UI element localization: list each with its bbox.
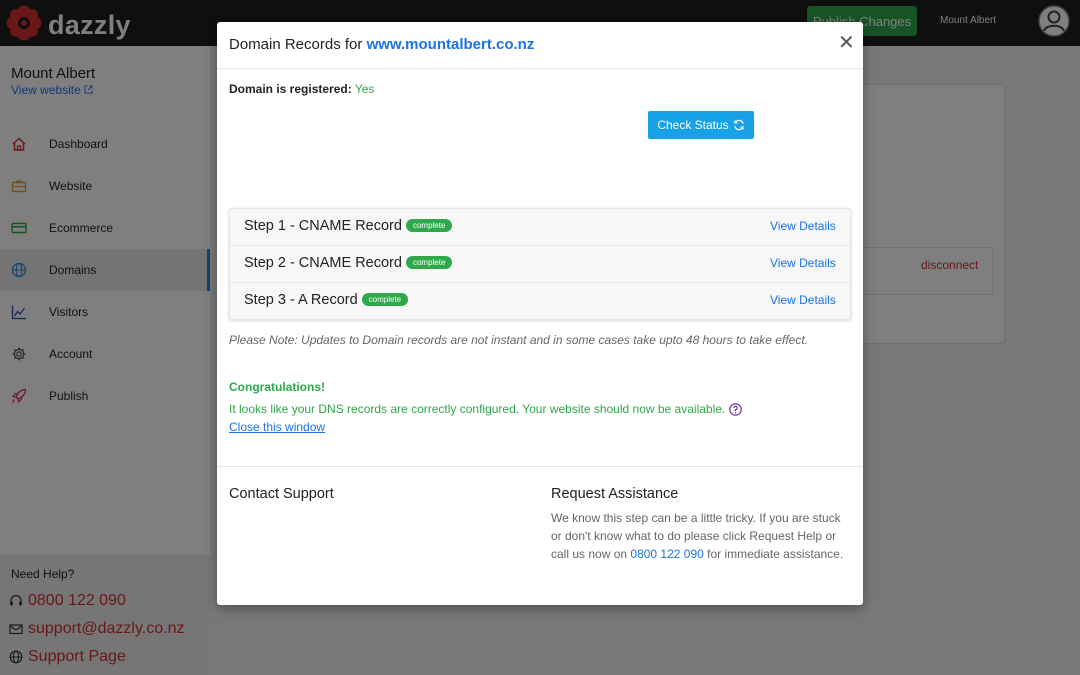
step-title: Step 1 - CNAME Record — [244, 218, 402, 234]
list-item: Step 2 - CNAME Record complete View Detai… — [230, 246, 850, 283]
domain-records-modal: Domain Records for www.mountalbert.co.nz… — [217, 22, 863, 605]
modal-domain-link[interactable]: www.mountalbert.co.nz — [367, 36, 535, 53]
check-status-button[interactable]: Check Status — [648, 111, 754, 139]
contact-support-title: Contact Support — [229, 486, 334, 502]
modal-title-prefix: Domain Records for — [229, 36, 363, 53]
step-title: Step 3 - A Record — [244, 292, 358, 308]
modal-divider — [217, 466, 863, 467]
close-icon[interactable]: ✕ — [838, 32, 855, 52]
request-assistance-title: Request Assistance — [551, 486, 679, 502]
dns-steps-list: Step 1 - CNAME Record complete View Detai… — [229, 208, 851, 320]
registration-value: Yes — [354, 82, 375, 96]
assist-text-after: for immediate assistance. — [703, 547, 844, 561]
step-label: Step 1 - CNAME Record complete — [244, 218, 453, 234]
status-badge: complete — [405, 219, 453, 232]
modal-title: Domain Records for www.mountalbert.co.nz — [229, 36, 534, 53]
congrats-title: Congratulations! — [229, 380, 325, 394]
refresh-icon — [733, 119, 745, 131]
check-status-label: Check Status — [657, 118, 729, 132]
registration-status: Domain is registered: Yes — [229, 82, 374, 96]
step-label: Step 3 - A Record complete — [244, 292, 409, 308]
modal-header: Domain Records for www.mountalbert.co.nz… — [217, 22, 863, 69]
step-label: Step 2 - CNAME Record complete — [244, 255, 453, 271]
congrats-message: It looks like your DNS records are corre… — [229, 402, 743, 416]
status-badge: complete — [361, 293, 409, 306]
registration-label: Domain is registered: — [229, 82, 352, 96]
step-title: Step 2 - CNAME Record — [244, 255, 402, 271]
close-window-link[interactable]: Close this window — [229, 420, 325, 434]
list-item: Step 1 - CNAME Record complete View Detai… — [230, 209, 850, 246]
propagation-note: Please Note: Updates to Domain records a… — [229, 333, 808, 347]
list-item: Step 3 - A Record complete View Details — [230, 283, 850, 320]
view-details-link[interactable]: View Details — [770, 293, 836, 307]
congrats-text: It looks like your DNS records are corre… — [229, 402, 726, 416]
help-circle-icon[interactable] — [729, 402, 743, 416]
assist-phone-link[interactable]: 0800 122 090 — [630, 547, 703, 561]
assistance-text: We know this step can be a little tricky… — [551, 509, 851, 563]
view-details-link[interactable]: View Details — [770, 219, 836, 233]
view-details-link[interactable]: View Details — [770, 256, 836, 270]
status-badge: complete — [405, 256, 453, 269]
